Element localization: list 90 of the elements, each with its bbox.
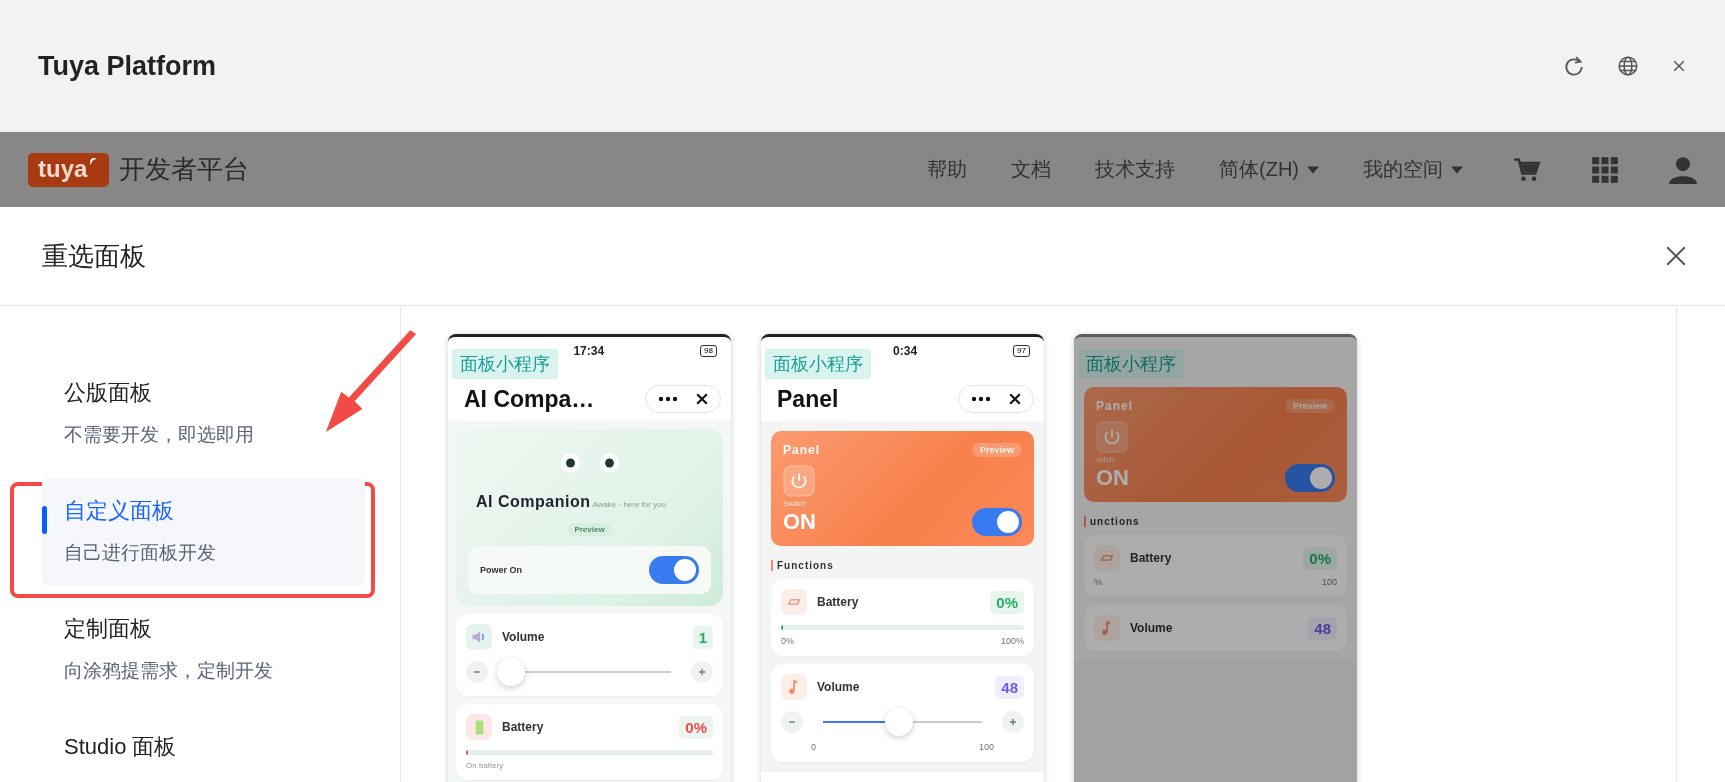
- mini-program-tag: 面板小程序: [1078, 349, 1184, 379]
- panel-name: Panel: [1096, 399, 1133, 413]
- switch-state: ON: [783, 509, 816, 535]
- plus-icon[interactable]: [1008, 717, 1018, 727]
- battery-value: 0%: [1303, 546, 1337, 570]
- section-heading: unctions: [1084, 516, 1347, 527]
- battery-label: Battery: [817, 595, 859, 609]
- range-min: 0: [811, 742, 816, 752]
- more-icon[interactable]: [658, 396, 678, 402]
- range-max: 100%: [1000, 636, 1024, 646]
- music-note-icon: [1094, 615, 1120, 641]
- globe-icon[interactable]: [1617, 55, 1639, 77]
- range-max: 100: [978, 742, 994, 752]
- selection-bar: [42, 506, 47, 534]
- section-heading: Functions: [771, 560, 1034, 571]
- power-icon[interactable]: [783, 465, 815, 497]
- volume-value: 1: [692, 625, 713, 649]
- close-icon[interactable]: [696, 393, 708, 405]
- volume-label: Volume: [502, 630, 545, 644]
- battery-label: Battery: [1130, 551, 1172, 565]
- nav-link[interactable]: 我的空间: [1363, 156, 1443, 183]
- companion-name: AI Companion: [476, 493, 591, 511]
- plus-icon[interactable]: [697, 667, 707, 677]
- caret-icon[interactable]: [1307, 165, 1319, 174]
- screen-title: Panel: [777, 385, 839, 413]
- power-icon[interactable]: [1096, 421, 1128, 453]
- preview-badge: Preview: [971, 443, 1022, 457]
- range-min: %: [1094, 577, 1102, 587]
- close-icon[interactable]: [1009, 393, 1021, 405]
- power-toggle[interactable]: [649, 556, 699, 584]
- battery-value: 0%: [990, 590, 1024, 614]
- speaker-icon: [466, 624, 492, 650]
- logo[interactable]: tuya: [28, 152, 110, 187]
- close-icon[interactable]: [1671, 58, 1687, 74]
- battery-indicator: 97: [1013, 345, 1030, 357]
- preview-badge: Preview: [567, 523, 612, 536]
- range-max: 100: [1321, 577, 1337, 587]
- battery-icon: [466, 714, 492, 740]
- status-time: 0:34: [893, 344, 918, 358]
- battery-icon: [1094, 545, 1120, 571]
- caret-icon[interactable]: [1451, 165, 1463, 174]
- user-icon[interactable]: [1669, 155, 1697, 184]
- panel-card[interactable]: 面板小程序 17:34 98 AI Compa… AI Companion Awake · here for you Preview Power On Volume 1 Battery 0% On battery: [448, 334, 731, 782]
- close-icon[interactable]: [1665, 245, 1687, 267]
- screen-title: AI Compa…: [464, 385, 595, 413]
- minus-button[interactable]: [781, 711, 803, 733]
- preview-badge: Preview: [1284, 399, 1335, 413]
- plus-button[interactable]: [1002, 711, 1024, 733]
- power-toggle[interactable]: [1285, 464, 1335, 492]
- range-min: 0%: [781, 636, 794, 646]
- panel-card[interactable]: 面板小程序 Panel Preview witch ON unctions Battery 0% % 100 Volume 48: [1074, 334, 1357, 782]
- volume-label: Volume: [817, 680, 860, 694]
- companion-status: Awake · here for you: [592, 500, 667, 509]
- mini-program-tag: 面板小程序: [452, 349, 558, 379]
- sidebar-item[interactable]: 公版面板 不需要开发，即选即用: [42, 360, 365, 468]
- minus-button[interactable]: [466, 661, 488, 683]
- volume-value: 48: [1308, 616, 1337, 640]
- nav-link[interactable]: 文档: [1011, 156, 1051, 183]
- nav-link[interactable]: 帮助: [927, 156, 967, 183]
- status-time: 17:34: [573, 344, 605, 358]
- sidebar-item[interactable]: 自定义面板 自己进行面板开发: [42, 478, 365, 586]
- volume-label: Volume: [1130, 621, 1173, 635]
- window-title: Tuya Platform: [38, 50, 217, 82]
- switch-state: ON: [1096, 465, 1129, 491]
- nav-link[interactable]: 简体(ZH): [1219, 156, 1299, 183]
- battery-label: Battery: [502, 720, 544, 734]
- switch-label: Switch: [783, 499, 808, 508]
- power-toggle[interactable]: [972, 508, 1022, 536]
- power-label: Power On: [480, 565, 522, 575]
- battery-note: On battery: [466, 761, 505, 770]
- eyes-icon: [558, 451, 621, 475]
- panel-card[interactable]: 面板小程序 0:34 97 Panel Panel Preview Switch ON Functions Battery 0% 0% 100% Volume 48 0 100: [761, 334, 1044, 782]
- apps-grid-icon[interactable]: [1591, 155, 1619, 184]
- sidebar-item[interactable]: Studio 面板: [42, 714, 365, 782]
- cart-icon[interactable]: [1513, 155, 1541, 184]
- more-icon[interactable]: [971, 396, 991, 402]
- sidebar-item[interactable]: 定制面板 向涂鸦提需求，定制开发: [42, 596, 365, 704]
- mini-program-tag: 面板小程序: [765, 349, 871, 379]
- battery-indicator: 98: [700, 345, 717, 357]
- dialog-title: 重选面板: [42, 239, 146, 273]
- refresh-icon[interactable]: [1563, 55, 1585, 77]
- music-note-icon: [781, 674, 807, 700]
- nav-link[interactable]: 技术支持: [1095, 156, 1175, 183]
- volume-value: 48: [995, 675, 1024, 699]
- panel-name: Panel: [783, 443, 820, 457]
- plus-button[interactable]: [691, 661, 713, 683]
- brand-name: 开发者平台: [119, 153, 250, 186]
- battery-icon: [781, 589, 807, 615]
- battery-value: 0%: [679, 715, 713, 739]
- switch-label: witch: [1096, 455, 1116, 464]
